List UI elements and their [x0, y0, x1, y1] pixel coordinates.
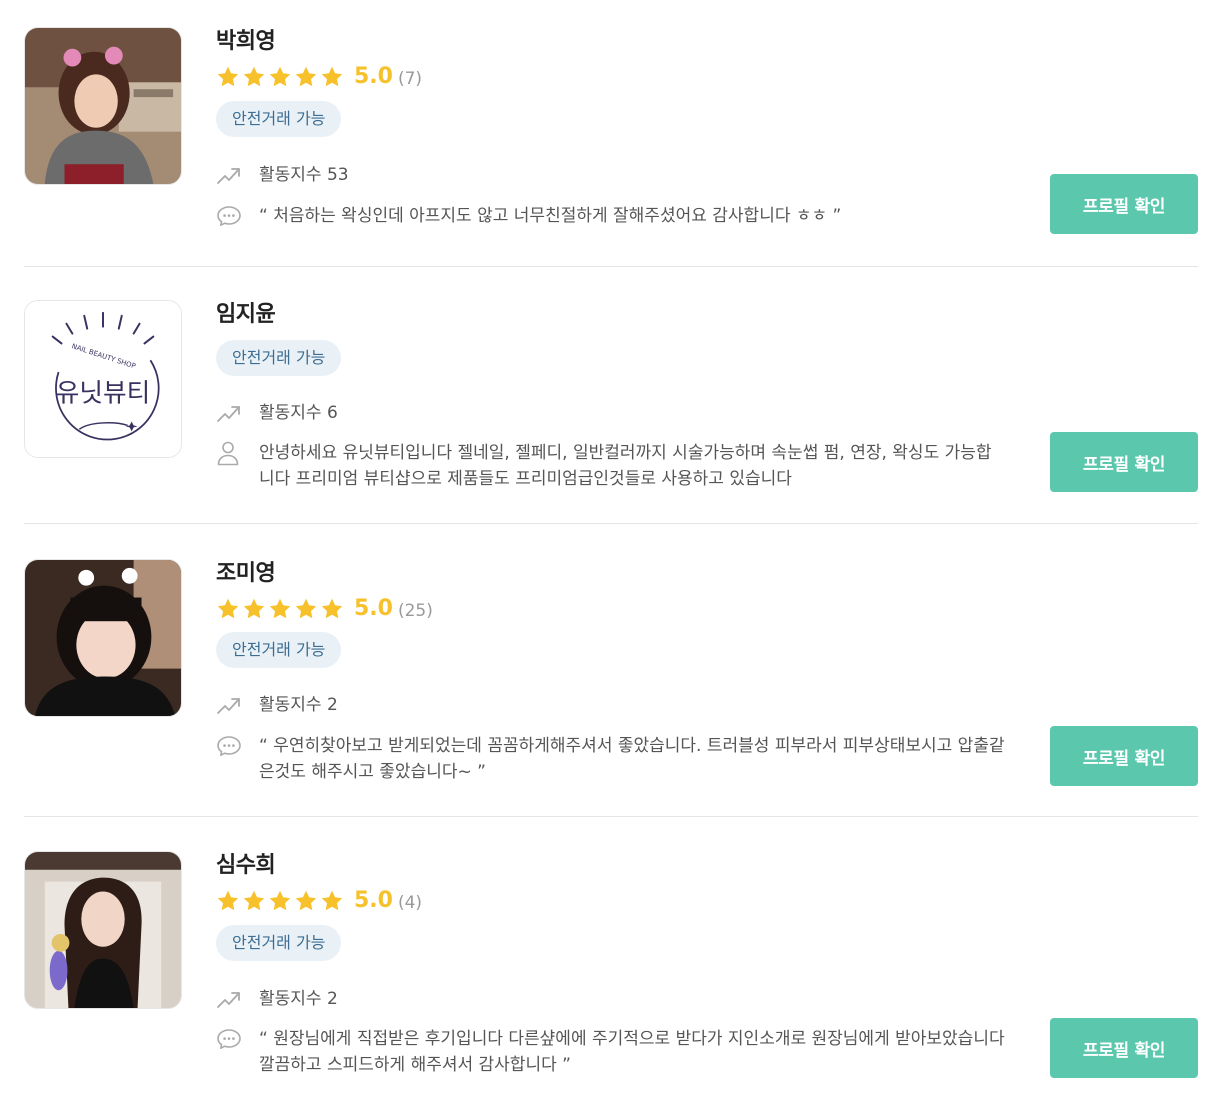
expert-card: 박희영 5.0 (7) 안전거래 가능 활동지수 53 “ 처음하는 왁싱인데 … [24, 27, 1198, 239]
review-row: “ 우연히찾아보고 받게되었는데 꼼꼼하게해주셔서 좋았습니다. 트러블성 피부… [216, 733, 1006, 785]
review-text: “ 우연히찾아보고 받게되었는데 꼼꼼하게해주셔서 좋았습니다. 트러블성 피부… [259, 736, 1005, 782]
review-text: “ 원장님에게 직접받은 후기입니다 다른샾에에 주기적으로 받다가 지인소개로… [259, 1029, 1005, 1075]
activity-row: 활동지수 6 [216, 400, 1006, 426]
star-icon [268, 889, 292, 913]
activity-row: 활동지수 2 [216, 986, 1006, 1012]
star-icon [216, 597, 240, 621]
profile-button[interactable]: 프로필 확인 [1050, 726, 1198, 786]
star-icon [320, 65, 344, 89]
trending-up-icon [216, 400, 248, 426]
star-icon [216, 889, 240, 913]
expert-name: 박희영 [216, 29, 276, 54]
avatar-photo [25, 852, 181, 1008]
review-count: (7) [397, 69, 423, 89]
safe-trade-badge: 안전거래 가능 [216, 925, 342, 961]
chat-bubble-icon [216, 203, 248, 229]
star-icon [320, 597, 344, 621]
rating-score: 5.0 [354, 64, 393, 89]
trending-up-icon [216, 162, 248, 188]
star-icon [216, 65, 240, 89]
activity-score: 활동지수 53 [259, 165, 349, 185]
avatar[interactable] [24, 559, 182, 717]
chat-bubble-icon [216, 733, 248, 759]
review-count: (25) [397, 601, 433, 621]
star-icon [242, 889, 266, 913]
user-icon [216, 440, 248, 466]
star-icon [294, 65, 318, 89]
star-icon [268, 597, 292, 621]
star-icon [268, 65, 292, 89]
divider [24, 816, 1198, 817]
star-rating [216, 889, 344, 913]
rating: 5.0 (7) [216, 63, 422, 91]
avatar[interactable] [24, 851, 182, 1009]
activity-score: 활동지수 6 [259, 403, 338, 423]
star-rating [216, 597, 344, 621]
activity-score: 활동지수 2 [259, 695, 338, 715]
profile-button[interactable]: 프로필 확인 [1050, 432, 1198, 492]
star-icon [294, 597, 318, 621]
shop-logo: 유닛뷰티 NAIL BEAUTY SHOP [25, 301, 181, 457]
avatar-photo [25, 28, 181, 184]
divider [24, 523, 1198, 524]
activity-row: 활동지수 2 [216, 692, 1006, 718]
divider [24, 266, 1198, 267]
star-rating [216, 65, 344, 89]
logo-title: 유닛뷰티 [56, 379, 150, 409]
rating-score: 5.0 [354, 888, 393, 913]
avatar-photo [25, 560, 181, 716]
expert-card: 심수희 5.0 (4) 안전거래 가능 활동지수 2 “ 원장님에게 직접받은 … [24, 851, 1198, 1081]
avatar[interactable] [24, 27, 182, 185]
safe-trade-badge: 안전거래 가능 [216, 340, 342, 376]
profile-button[interactable]: 프로필 확인 [1050, 174, 1198, 234]
intro-row: 안녕하세요 유닛뷰티입니다 젤네일, 젤페디, 일반컬러까지 시술가능하며 속눈… [216, 440, 1006, 492]
expert-name: 심수희 [216, 853, 276, 878]
rating-score: 5.0 [354, 596, 393, 621]
activity-row: 활동지수 53 [216, 162, 1006, 188]
expert-name: 조미영 [216, 561, 276, 586]
review-text: “ 처음하는 왁싱인데 아프지도 않고 너무친절하게 잘해주셨어요 감사합니다 … [259, 206, 842, 226]
trending-up-icon [216, 692, 248, 718]
safe-trade-badge: 안전거래 가능 [216, 632, 342, 668]
safe-trade-badge: 안전거래 가능 [216, 101, 342, 137]
profile-button[interactable]: 프로필 확인 [1050, 1018, 1198, 1078]
expert-card: 유닛뷰티 NAIL BEAUTY SHOP 임지윤 안전거래 가능 활동지수 6… [24, 300, 1198, 500]
avatar[interactable]: 유닛뷰티 NAIL BEAUTY SHOP [24, 300, 182, 458]
star-icon [242, 597, 266, 621]
expert-name: 임지윤 [216, 302, 276, 327]
activity-score: 활동지수 2 [259, 989, 338, 1009]
rating: 5.0 (25) [216, 595, 433, 623]
review-row: “ 원장님에게 직접받은 후기입니다 다른샾에에 주기적으로 받다가 지인소개로… [216, 1026, 1006, 1078]
star-icon [294, 889, 318, 913]
star-icon [320, 889, 344, 913]
expert-list: 박희영 5.0 (7) 안전거래 가능 활동지수 53 “ 처음하는 왁싱인데 … [0, 0, 1224, 1098]
trending-up-icon [216, 986, 248, 1012]
review-count: (4) [397, 893, 423, 913]
expert-card: 조미영 5.0 (25) 안전거래 가능 활동지수 2 “ 우연히찾아보고 받게… [24, 559, 1198, 789]
review-row: “ 처음하는 왁싱인데 아프지도 않고 너무친절하게 잘해주셨어요 감사합니다 … [216, 203, 1006, 229]
star-icon [242, 65, 266, 89]
chat-bubble-icon [216, 1026, 248, 1052]
rating: 5.0 (4) [216, 887, 422, 915]
intro-text: 안녕하세요 유닛뷰티입니다 젤네일, 젤페디, 일반컬러까지 시술가능하며 속눈… [259, 443, 992, 489]
